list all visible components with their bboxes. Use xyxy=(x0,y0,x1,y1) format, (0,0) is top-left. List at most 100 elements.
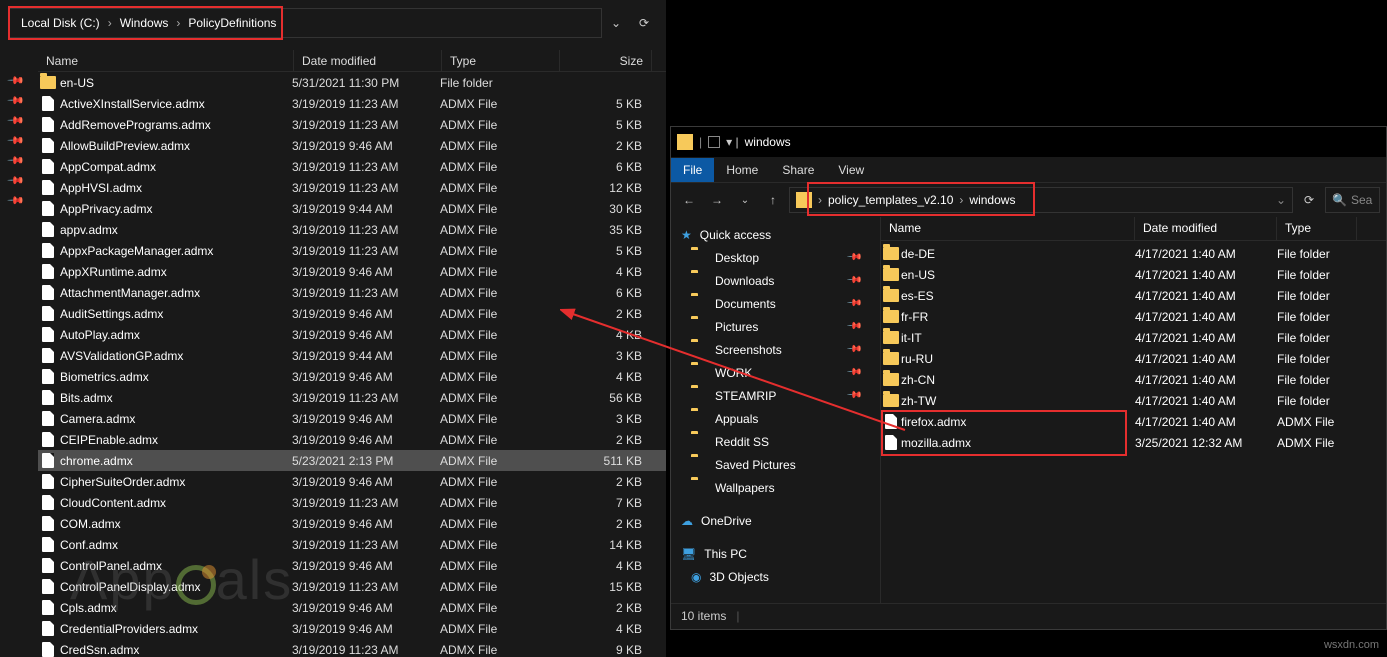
folder-icon xyxy=(691,342,707,358)
sidebar-item[interactable]: Documents📌 xyxy=(671,292,880,315)
file-row[interactable]: CloudContent.admx 3/19/2019 11:23 AM ADM… xyxy=(38,492,666,513)
column-headers: Name Date modified Type Size xyxy=(38,50,666,72)
folder-icon xyxy=(691,250,707,266)
right-explorer-window: | ▾ | windows File Home Share View ← → ⌄… xyxy=(670,126,1387,630)
sidebar-item[interactable]: Appuals xyxy=(671,407,880,430)
file-icon xyxy=(38,285,58,300)
address-bar[interactable]: › policy_templates_v2.10 › windows ⌄ xyxy=(789,187,1293,213)
pin-icon[interactable]: 📌 xyxy=(7,91,26,110)
pin-icon[interactable]: 📌 xyxy=(7,151,26,170)
column-header-name[interactable]: Name xyxy=(38,50,294,71)
file-row[interactable]: firefox.admx 4/17/2021 1:40 AM ADMX File xyxy=(881,411,1386,432)
address-bar[interactable]: Local Disk (C:) › Windows › PolicyDefini… xyxy=(8,8,602,38)
file-row[interactable]: en-US 5/31/2021 11:30 PM File folder xyxy=(38,72,666,93)
column-header-type[interactable]: Type xyxy=(1277,217,1357,240)
column-header-name[interactable]: Name xyxy=(881,217,1135,240)
file-row[interactable]: AutoPlay.admx 3/19/2019 9:46 AM ADMX Fil… xyxy=(38,324,666,345)
search-placeholder: Sea xyxy=(1351,193,1372,207)
back-button[interactable]: ← xyxy=(677,188,701,212)
sidebar-item[interactable]: STEAMRIP📌 xyxy=(671,384,880,407)
file-row[interactable]: it-IT 4/17/2021 1:40 AM File folder xyxy=(881,327,1386,348)
breadcrumb-segment[interactable]: PolicyDefinitions xyxy=(182,9,282,37)
file-row[interactable]: AppHVSI.admx 3/19/2019 11:23 AM ADMX Fil… xyxy=(38,177,666,198)
file-row[interactable]: AVSValidationGP.admx 3/19/2019 9:44 AM A… xyxy=(38,345,666,366)
sidebar-quick-access[interactable]: ★Quick access xyxy=(671,223,880,246)
sidebar-item[interactable]: Downloads📌 xyxy=(671,269,880,292)
sidebar-item[interactable]: Wallpapers xyxy=(671,476,880,499)
sidebar-item[interactable]: Reddit SS xyxy=(671,430,880,453)
file-row[interactable]: AllowBuildPreview.admx 3/19/2019 9:46 AM… xyxy=(38,135,666,156)
column-header-size[interactable]: Size xyxy=(560,50,652,71)
file-type: ADMX File xyxy=(440,517,558,531)
file-row[interactable]: AppPrivacy.admx 3/19/2019 9:44 AM ADMX F… xyxy=(38,198,666,219)
pin-icon[interactable]: 📌 xyxy=(7,191,26,210)
title-bar[interactable]: | ▾ | windows xyxy=(671,127,1386,157)
file-row[interactable]: zh-TW 4/17/2021 1:40 AM File folder xyxy=(881,390,1386,411)
file-icon xyxy=(38,348,58,363)
file-row[interactable]: appv.admx 3/19/2019 11:23 AM ADMX File 3… xyxy=(38,219,666,240)
sidebar-item[interactable]: Saved Pictures xyxy=(671,453,880,476)
history-dropdown-button[interactable]: ⌄ xyxy=(602,9,630,37)
file-row[interactable]: CredentialProviders.admx 3/19/2019 9:46 … xyxy=(38,618,666,639)
file-row[interactable]: en-US 4/17/2021 1:40 AM File folder xyxy=(881,264,1386,285)
breadcrumb-segment[interactable]: Windows xyxy=(114,9,175,37)
tab-file[interactable]: File xyxy=(671,158,714,182)
file-name: ActiveXInstallService.admx xyxy=(58,97,292,111)
file-date: 3/19/2019 11:23 AM xyxy=(292,496,440,510)
tab-share[interactable]: Share xyxy=(770,158,826,182)
pin-icon[interactable]: 📌 xyxy=(7,131,26,150)
file-row[interactable]: mozilla.admx 3/25/2021 12:32 AM ADMX Fil… xyxy=(881,432,1386,453)
file-row[interactable]: AddRemovePrograms.admx 3/19/2019 11:23 A… xyxy=(38,114,666,135)
file-row[interactable]: COM.admx 3/19/2019 9:46 AM ADMX File 2 K… xyxy=(38,513,666,534)
tab-view[interactable]: View xyxy=(826,158,876,182)
sidebar-label: Desktop xyxy=(715,251,759,265)
up-button[interactable]: ↑ xyxy=(761,188,785,212)
pin-icon[interactable]: 📌 xyxy=(7,71,26,90)
sidebar-item[interactable]: Pictures📌 xyxy=(671,315,880,338)
file-row[interactable]: fr-FR 4/17/2021 1:40 AM File folder xyxy=(881,306,1386,327)
sidebar-3d-objects[interactable]: ◉3D Objects xyxy=(671,565,880,588)
forward-button[interactable]: → xyxy=(705,188,729,212)
refresh-button[interactable]: ⟳ xyxy=(630,9,658,37)
column-header-date[interactable]: Date modified xyxy=(294,50,442,71)
file-row[interactable]: ru-RU 4/17/2021 1:40 AM File folder xyxy=(881,348,1386,369)
breadcrumb-segment[interactable]: windows xyxy=(969,193,1015,207)
file-row[interactable]: AttachmentManager.admx 3/19/2019 11:23 A… xyxy=(38,282,666,303)
file-row[interactable]: Biometrics.admx 3/19/2019 9:46 AM ADMX F… xyxy=(38,366,666,387)
breadcrumb-segment[interactable]: Local Disk (C:) xyxy=(15,9,106,37)
pin-icon[interactable]: 📌 xyxy=(7,111,26,130)
file-row[interactable]: AppxPackageManager.admx 3/19/2019 11:23 … xyxy=(38,240,666,261)
sidebar-label: STEAMRIP xyxy=(715,389,776,403)
file-row[interactable]: AppXRuntime.admx 3/19/2019 9:46 AM ADMX … xyxy=(38,261,666,282)
refresh-button[interactable]: ⟳ xyxy=(1297,188,1321,212)
file-row[interactable]: ActiveXInstallService.admx 3/19/2019 11:… xyxy=(38,93,666,114)
file-row[interactable]: de-DE 4/17/2021 1:40 AM File folder xyxy=(881,243,1386,264)
sidebar-onedrive[interactable]: ☁OneDrive xyxy=(671,509,880,532)
file-row[interactable]: es-ES 4/17/2021 1:40 AM File folder xyxy=(881,285,1386,306)
file-row[interactable]: AppCompat.admx 3/19/2019 11:23 AM ADMX F… xyxy=(38,156,666,177)
sidebar-item[interactable]: Desktop📌 xyxy=(671,246,880,269)
file-date: 3/19/2019 9:46 AM xyxy=(292,370,440,384)
file-row[interactable]: Camera.admx 3/19/2019 9:46 AM ADMX File … xyxy=(38,408,666,429)
file-date: 4/17/2021 1:40 AM xyxy=(1135,331,1277,345)
file-row[interactable]: CipherSuiteOrder.admx 3/19/2019 9:46 AM … xyxy=(38,471,666,492)
checkbox-icon[interactable] xyxy=(708,136,720,148)
recent-dropdown[interactable]: ⌄ xyxy=(733,188,757,212)
tab-home[interactable]: Home xyxy=(714,158,770,182)
sidebar-this-pc[interactable]: 🖥This PC xyxy=(671,542,880,565)
file-row[interactable]: zh-CN 4/17/2021 1:40 AM File folder xyxy=(881,369,1386,390)
column-header-date[interactable]: Date modified xyxy=(1135,217,1277,240)
pin-icon[interactable]: 📌 xyxy=(7,171,26,190)
file-date: 4/17/2021 1:40 AM xyxy=(1135,415,1277,429)
file-row[interactable]: CredSsn.admx 3/19/2019 11:23 AM ADMX Fil… xyxy=(38,639,666,657)
breadcrumb-segment[interactable]: policy_templates_v2.10 xyxy=(828,193,953,207)
file-row[interactable]: Bits.admx 3/19/2019 11:23 AM ADMX File 5… xyxy=(38,387,666,408)
column-header-type[interactable]: Type xyxy=(442,50,560,71)
sidebar-item[interactable]: WORK📌 xyxy=(671,361,880,384)
file-row[interactable]: CEIPEnable.admx 3/19/2019 9:46 AM ADMX F… xyxy=(38,429,666,450)
file-name: AppHVSI.admx xyxy=(58,181,292,195)
file-row[interactable]: AuditSettings.admx 3/19/2019 9:46 AM ADM… xyxy=(38,303,666,324)
search-box[interactable]: 🔍Sea xyxy=(1325,187,1380,213)
sidebar-item[interactable]: Screenshots📌 xyxy=(671,338,880,361)
file-row[interactable]: chrome.admx 5/23/2021 2:13 PM ADMX File … xyxy=(38,450,666,471)
